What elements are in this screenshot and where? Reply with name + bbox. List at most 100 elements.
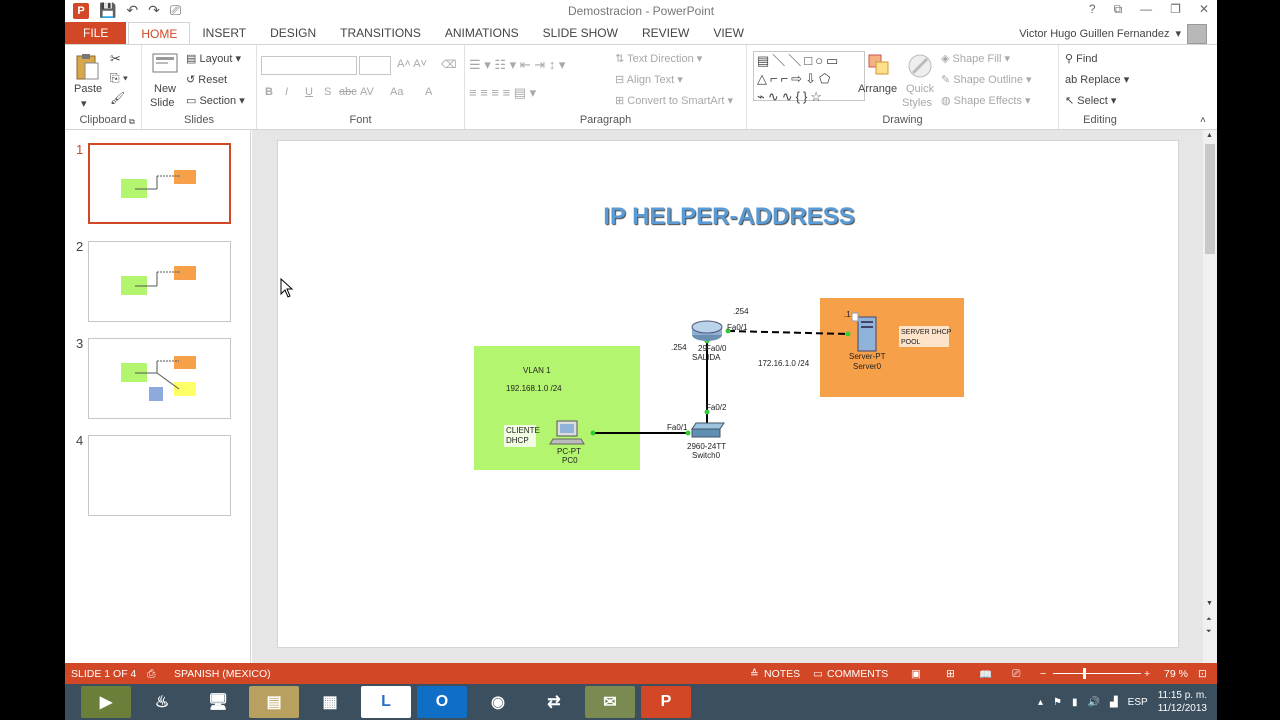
scroll-down-icon[interactable]: ▼ xyxy=(1206,600,1213,607)
router-icon[interactable] xyxy=(691,320,723,341)
zoom-slider[interactable] xyxy=(1053,673,1141,674)
layout-button[interactable]: ▤ Layout ▾ xyxy=(186,52,241,65)
new-slide-label-2[interactable]: Slide xyxy=(150,97,174,109)
media-app-icon[interactable]: ▶ xyxy=(81,686,131,718)
network-app-icon[interactable]: ⇄ xyxy=(529,686,579,718)
new-slide-label-1[interactable]: New xyxy=(154,83,176,95)
find-button[interactable]: ⚲ Find xyxy=(1065,52,1098,65)
zoom-level[interactable]: 79 % xyxy=(1164,668,1188,680)
powerpoint-taskbar-icon[interactable]: P xyxy=(641,686,691,718)
slide-thumbnail-2[interactable] xyxy=(88,241,231,322)
notes-icon[interactable]: ≙ xyxy=(750,668,759,680)
char-spacing-button[interactable]: AV xyxy=(360,86,374,98)
ribbon-display-icon[interactable]: ⧉ xyxy=(1114,2,1123,17)
restore-icon[interactable]: ❐ xyxy=(1170,2,1181,17)
convert-smartart-button[interactable]: ⊞ Convert to SmartArt ▾ xyxy=(615,94,733,107)
arrange-button[interactable]: Arrange xyxy=(858,83,897,95)
tab-design[interactable]: DESIGN xyxy=(258,22,328,45)
select-button[interactable]: ↖ Select ▾ xyxy=(1065,94,1116,107)
lync-icon[interactable]: L xyxy=(361,686,411,718)
reading-view-icon[interactable]: 📖 xyxy=(979,668,992,681)
zoom-slider-thumb[interactable] xyxy=(1083,668,1086,679)
power-icon[interactable]: ▮ xyxy=(1072,697,1078,708)
previous-slide-icon[interactable]: ⏶ xyxy=(1206,616,1212,624)
replace-button[interactable]: ab Replace ▾ xyxy=(1065,73,1129,86)
section-button[interactable]: ▭ Section ▾ xyxy=(186,94,245,107)
notes-button[interactable]: NOTES xyxy=(764,668,800,680)
java-icon[interactable]: ♨ xyxy=(137,686,187,718)
font-color-button[interactable]: A xyxy=(425,86,432,98)
text-direction-button[interactable]: ⇅ Text Direction ▾ xyxy=(615,52,702,65)
language-status[interactable]: SPANISH (MEXICO) xyxy=(174,668,271,680)
bullets-icon[interactable]: ☰ ▾ ☷ ▾ ⇤ ⇥ ↕ ▾ xyxy=(469,57,565,73)
network-diagram[interactable]: VLAN 1 192.168.1.0 /24 CLIENTE DHCP PC-P… xyxy=(278,141,1180,649)
slide-thumbnail-1[interactable] xyxy=(88,143,231,224)
font-name-input[interactable] xyxy=(261,56,357,75)
paste-button[interactable]: Paste xyxy=(74,83,102,95)
clear-formatting-icon[interactable]: ⌫ xyxy=(441,58,457,71)
shapes-gallery[interactable]: ▤＼＼□○▭ △⌐⌐⇨⇩⬠ ⌁∿∿{}☆ xyxy=(753,51,865,104)
packet-tracer-icon[interactable]: ✉ xyxy=(585,686,635,718)
scrollbar-thumb[interactable] xyxy=(1205,144,1215,254)
network-icon[interactable]: ▟ xyxy=(1110,697,1118,708)
fit-to-window-icon[interactable]: ⊡ xyxy=(1198,668,1207,680)
slideshow-view-icon[interactable]: ⎚ xyxy=(1012,668,1020,681)
change-case-button[interactable]: Aa xyxy=(390,86,403,98)
collapse-ribbon-icon[interactable]: ˄ xyxy=(1200,115,1206,126)
tab-animations[interactable]: ANIMATIONS xyxy=(433,22,531,45)
shape-outline-button[interactable]: ✎ Shape Outline ▾ xyxy=(941,73,1032,86)
language-indicator[interactable]: ESP xyxy=(1128,697,1148,708)
zoom-out-icon[interactable]: − xyxy=(1040,668,1046,680)
copy-icon[interactable]: ⎘ ▾ xyxy=(110,71,128,86)
paste-dropdown-icon[interactable]: ▾ xyxy=(81,97,87,110)
reset-button[interactable]: ↺ Reset xyxy=(186,73,227,86)
computer-icon[interactable]: 🖥 xyxy=(193,686,243,718)
next-slide-icon[interactable]: ⏷ xyxy=(1206,628,1212,636)
shadow-button[interactable]: S xyxy=(324,86,331,98)
font-size-input[interactable] xyxy=(359,56,391,75)
help-icon[interactable]: ? xyxy=(1089,2,1096,17)
grow-font-icon[interactable]: A˄ A˅ xyxy=(397,58,427,70)
cut-icon[interactable]: ✂ xyxy=(110,51,121,67)
clipboard-launcher-icon[interactable]: ⧉ xyxy=(129,117,135,127)
file-explorer-icon[interactable]: ▤ xyxy=(249,686,299,718)
strikethrough-button[interactable]: abc xyxy=(339,86,357,98)
vertical-scrollbar[interactable]: ▲ ▼ ⏶ ⏷ xyxy=(1203,130,1217,663)
app-icon[interactable]: ▦ xyxy=(305,686,355,718)
flag-icon[interactable]: ⚑ xyxy=(1053,697,1062,708)
new-slide-icon[interactable] xyxy=(152,53,178,75)
switch-icon[interactable] xyxy=(691,422,725,438)
align-text-button[interactable]: ⊟ Align Text ▾ xyxy=(615,73,683,86)
align-icons[interactable]: ≡ ≡ ≡ ≡ ▤ ▾ xyxy=(469,85,536,101)
slide-thumbnail-4[interactable] xyxy=(88,435,231,516)
user-account[interactable]: Victor Hugo Guillen Fernandez ▾ xyxy=(1019,22,1207,45)
outlook-icon[interactable]: O xyxy=(417,686,467,718)
normal-view-icon[interactable]: ▣ xyxy=(911,668,921,680)
slide-thumbnail-3[interactable] xyxy=(88,338,231,419)
tray-expand-icon[interactable]: ▴ xyxy=(1038,697,1043,708)
zoom-in-icon[interactable]: + xyxy=(1144,668,1150,680)
format-painter-icon[interactable]: 🖌 xyxy=(110,91,125,105)
tab-file[interactable]: FILE xyxy=(65,22,127,45)
tab-review[interactable]: REVIEW xyxy=(630,22,701,45)
bold-button[interactable]: B xyxy=(265,86,273,98)
arrange-icon[interactable] xyxy=(867,53,891,82)
minimize-icon[interactable]: — xyxy=(1140,2,1152,17)
slide-canvas[interactable]: IP HELPER-ADDRESS VLAN 1 192.168.1.0 /24… xyxy=(277,140,1179,648)
paste-icon[interactable] xyxy=(75,53,99,81)
slide-sorter-icon[interactable]: ⊞ xyxy=(946,668,955,680)
tab-insert[interactable]: INSERT xyxy=(190,22,258,45)
close-icon[interactable]: ✕ xyxy=(1199,2,1209,17)
comments-button[interactable]: COMMENTS xyxy=(827,668,888,680)
quick-styles-label-1[interactable]: Quick xyxy=(906,83,934,95)
comments-icon[interactable]: ▭ xyxy=(813,668,823,680)
shape-effects-button[interactable]: ◍ Shape Effects ▾ xyxy=(941,94,1031,107)
tab-slide-show[interactable]: SLIDE SHOW xyxy=(531,22,630,45)
quick-styles-label-2[interactable]: Styles xyxy=(902,97,932,109)
tab-view[interactable]: VIEW xyxy=(701,22,756,45)
tab-home[interactable]: HOME xyxy=(128,22,191,45)
tab-transitions[interactable]: TRANSITIONS xyxy=(328,22,433,45)
underline-button[interactable]: U xyxy=(305,86,313,98)
clock[interactable]: 11:15 p. m. 11/12/2013 xyxy=(1158,689,1207,715)
quick-styles-icon[interactable] xyxy=(907,53,933,82)
